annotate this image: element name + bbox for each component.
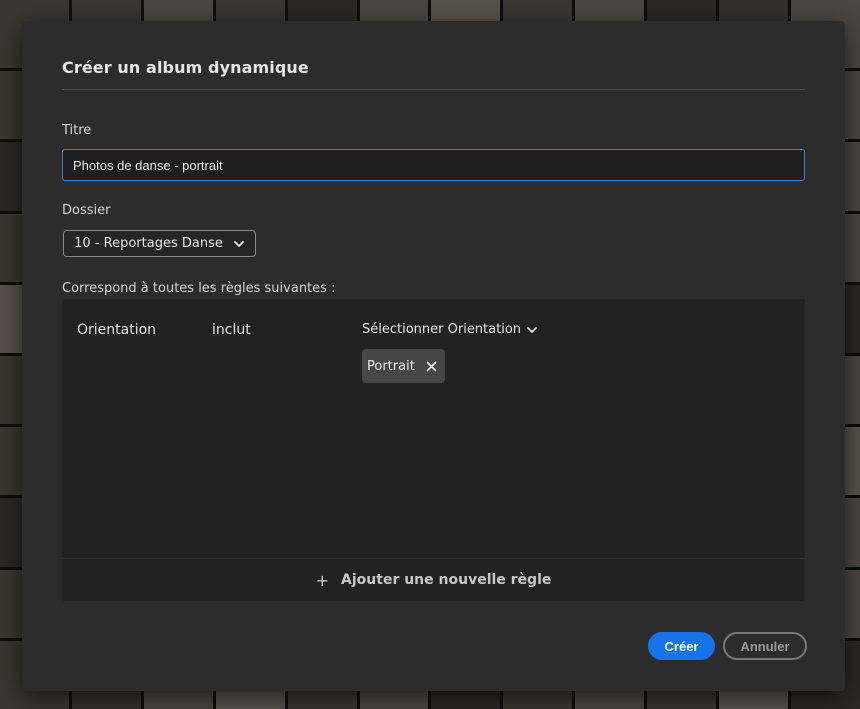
rule-value-tag: Portrait	[362, 349, 445, 383]
folder-dropdown[interactable]: 10 - Reportages Danse	[63, 230, 256, 257]
add-rule-label: Ajouter une nouvelle règle	[341, 572, 552, 588]
rule-operator[interactable]: inclut	[212, 322, 251, 338]
create-button[interactable]: Créer	[648, 632, 715, 660]
rules-panel: Orientation inclut Sélectionner Orientat…	[62, 299, 805, 601]
rule-row: Orientation inclut Sélectionner Orientat…	[62, 299, 805, 558]
dialog-title: Créer un album dynamique	[62, 58, 309, 77]
cancel-button[interactable]: Annuler	[723, 632, 807, 660]
folder-label: Dossier	[62, 203, 111, 218]
rule-value-dropdown[interactable]: Sélectionner Orientation	[362, 322, 538, 337]
tag-label: Portrait	[367, 358, 415, 374]
close-icon[interactable]	[425, 359, 439, 373]
add-rule-button[interactable]: + Ajouter une nouvelle règle	[62, 559, 805, 601]
title-input[interactable]	[62, 149, 805, 181]
rule-value-dropdown-label: Sélectionner Orientation	[362, 322, 522, 337]
rule-field-name[interactable]: Orientation	[77, 322, 156, 338]
create-smart-album-dialog: Créer un album dynamique Titre Dossier 1…	[22, 21, 845, 691]
title-label: Titre	[62, 123, 92, 138]
plus-icon: +	[315, 570, 330, 590]
rules-label: Correspond à toutes les règles suivantes…	[62, 281, 336, 296]
chevron-down-icon	[233, 238, 245, 250]
title-divider	[62, 89, 805, 90]
folder-selected-value: 10 - Reportages Danse	[74, 236, 223, 251]
chevron-down-icon	[526, 324, 538, 336]
